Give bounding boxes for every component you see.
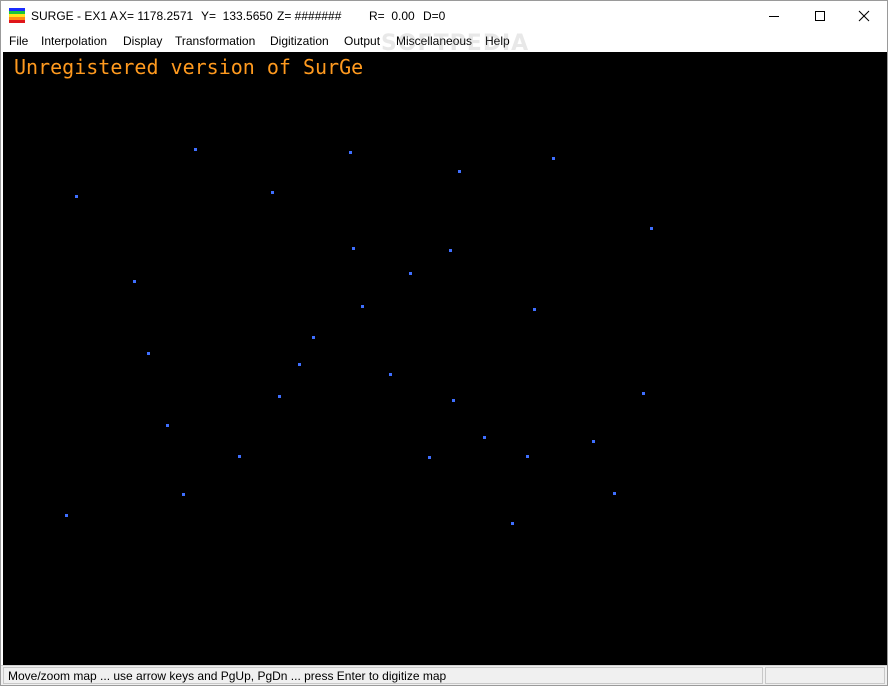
minimize-icon [769, 16, 779, 17]
data-point [298, 363, 301, 366]
data-point [238, 455, 241, 458]
maximize-icon [815, 11, 825, 21]
data-point [458, 170, 461, 173]
title-bar[interactable]: SURGE - EX1 A X= 1178.2571 Y= 133.5650 Z… [1, 1, 887, 31]
d-value-readout: D=0 [423, 9, 446, 23]
r-value-readout: R= 0.00 [369, 9, 415, 23]
menu-digitization[interactable]: Digitization [270, 34, 329, 48]
status-extra-panel [765, 667, 885, 684]
menu-help[interactable]: Help [485, 34, 510, 48]
data-point [271, 191, 274, 194]
data-point [75, 195, 78, 198]
menu-output[interactable]: Output [344, 34, 380, 48]
close-button[interactable] [841, 1, 887, 31]
menu-interpolation[interactable]: Interpolation [41, 34, 107, 48]
data-point [592, 440, 595, 443]
data-point [650, 227, 653, 230]
window-title: SURGE - EX1 A [31, 9, 118, 23]
menu-file[interactable]: File [9, 34, 28, 48]
data-point [452, 399, 455, 402]
menu-display[interactable]: Display [123, 34, 162, 48]
status-message-panel: Move/zoom map ... use arrow keys and PgU… [3, 667, 763, 684]
close-icon [858, 10, 870, 22]
data-point [312, 336, 315, 339]
data-point [613, 492, 616, 495]
data-point [352, 247, 355, 250]
data-point [194, 148, 197, 151]
x-coordinate-readout: X= 1178.2571 [119, 9, 194, 23]
app-window: SURGE - EX1 A X= 1178.2571 Y= 133.5650 Z… [0, 0, 888, 686]
data-points-layer [65, 148, 653, 525]
maximize-button[interactable] [797, 1, 843, 31]
status-message: Move/zoom map ... use arrow keys and PgU… [8, 669, 447, 683]
menu-bar: File Interpolation Display Transformatio… [1, 31, 887, 51]
data-point [449, 249, 452, 252]
surge-app-icon[interactable] [9, 8, 25, 23]
data-point [166, 424, 169, 427]
data-point [642, 392, 645, 395]
y-coordinate-readout: Y= 133.5650 [201, 9, 273, 23]
unregistered-banner: Unregistered version of SurGe [14, 55, 364, 79]
data-point [511, 522, 514, 525]
data-point [552, 157, 555, 160]
data-point [182, 493, 185, 496]
data-point [65, 514, 68, 517]
menu-transformation[interactable]: Transformation [175, 34, 255, 48]
data-point [409, 272, 412, 275]
minimize-button[interactable] [751, 1, 797, 31]
map-canvas[interactable]: Unregistered version of SurGe [3, 52, 887, 665]
data-point [361, 305, 364, 308]
data-point [526, 455, 529, 458]
data-point [147, 352, 150, 355]
data-point [428, 456, 431, 459]
z-value-readout: Z= ####### [277, 9, 342, 23]
data-point [533, 308, 536, 311]
status-bar: Move/zoom map ... use arrow keys and PgU… [1, 665, 887, 685]
data-point [483, 436, 486, 439]
menu-miscellaneous[interactable]: Miscellaneous [396, 34, 472, 48]
data-point [133, 280, 136, 283]
data-point [389, 373, 392, 376]
data-point [278, 395, 281, 398]
data-point [349, 151, 352, 154]
